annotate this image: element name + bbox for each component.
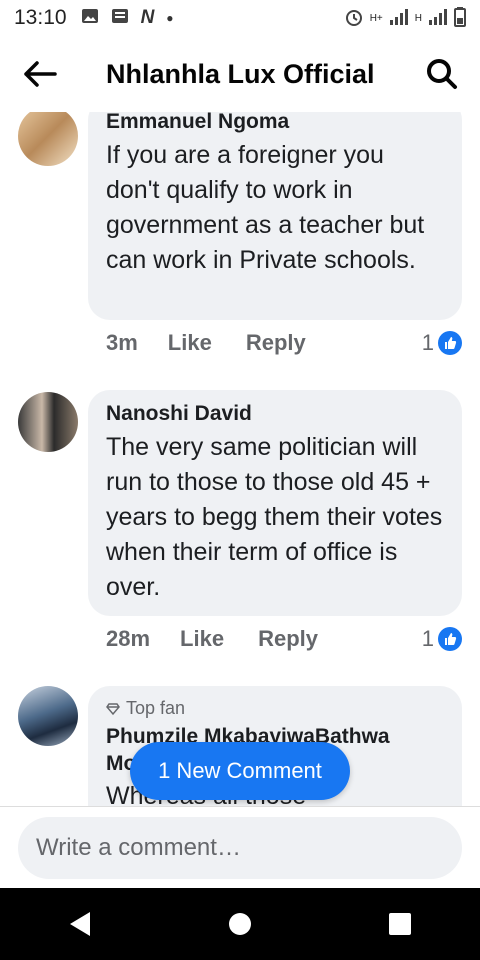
- like-count: 1: [421, 330, 434, 355]
- system-nav-bar: [0, 888, 480, 960]
- like-button[interactable]: Like: [180, 626, 224, 652]
- back-button[interactable]: [0, 36, 80, 112]
- status-right: H+ H: [344, 6, 466, 30]
- comment-composer: Write a comment…: [0, 806, 480, 888]
- avatar[interactable]: [18, 392, 78, 452]
- diamond-icon: [106, 702, 120, 715]
- network-type-label: H+: [369, 12, 383, 24]
- like-count: 1: [421, 626, 434, 651]
- status-bar: 13:10 N ● H+ H: [0, 0, 480, 36]
- avatar[interactable]: [18, 686, 78, 746]
- comment-actions: 3m Like Reply 1: [106, 330, 462, 356]
- comment-author[interactable]: Nanoshi David: [106, 402, 444, 426]
- reply-button[interactable]: Reply: [246, 330, 306, 356]
- thumbs-up-icon: [438, 331, 462, 355]
- top-fan-label: Top fan: [126, 698, 186, 718]
- comments-feed[interactable]: Emmanuel Ngoma If you are a foreigner yo…: [0, 112, 480, 806]
- status-time: 13:10: [14, 6, 67, 29]
- comment-time[interactable]: 3m: [106, 330, 138, 356]
- avatar[interactable]: [18, 112, 78, 166]
- comment-time[interactable]: 28m: [106, 626, 150, 652]
- nav-home-button[interactable]: [210, 894, 270, 954]
- page-title: Nhlanhla Lux Official: [106, 58, 375, 89]
- like-button[interactable]: Like: [168, 330, 212, 356]
- triangle-back-icon: [70, 912, 90, 936]
- square-recents-icon: [389, 913, 411, 935]
- app-header: Nhlanhla Lux Official: [0, 36, 480, 112]
- comment-text: The very same politician will run to tho…: [106, 433, 443, 601]
- comment-bubble[interactable]: Nanoshi David The very same politician w…: [88, 390, 462, 616]
- signal-icon: [389, 8, 409, 29]
- thumbs-up-icon: [438, 627, 462, 651]
- dot-icon: ●: [166, 11, 174, 25]
- search-icon: [427, 59, 457, 89]
- app-n-icon: N: [140, 7, 155, 28]
- signal-icon-2: [428, 8, 448, 29]
- comment-actions: 28m Like Reply 1: [106, 626, 462, 652]
- comment-author[interactable]: Emmanuel Ngoma: [106, 112, 444, 134]
- network-type-label-2: H: [414, 12, 422, 24]
- reaction-count[interactable]: 1: [422, 626, 462, 652]
- gallery-icon: [81, 8, 99, 29]
- comment-bubble[interactable]: Emmanuel Ngoma If you are a foreigner yo…: [88, 112, 462, 320]
- battery-icon: [454, 6, 466, 30]
- arrow-left-icon: [24, 61, 57, 87]
- circle-home-icon: [229, 913, 251, 935]
- nav-back-button[interactable]: [50, 894, 110, 954]
- reaction-count[interactable]: 1: [422, 330, 462, 356]
- search-button[interactable]: [404, 36, 480, 112]
- alarm-icon: [344, 7, 364, 30]
- news-icon: [111, 8, 129, 29]
- comment-text: If you are a foreigner you don't qualify…: [106, 141, 425, 274]
- top-fan-badge: Top fan: [106, 698, 444, 719]
- reply-button[interactable]: Reply: [258, 626, 318, 652]
- comment-input[interactable]: Write a comment…: [18, 816, 462, 879]
- nav-recents-button[interactable]: [370, 894, 430, 954]
- new-comment-button[interactable]: 1 New Comment: [130, 742, 350, 800]
